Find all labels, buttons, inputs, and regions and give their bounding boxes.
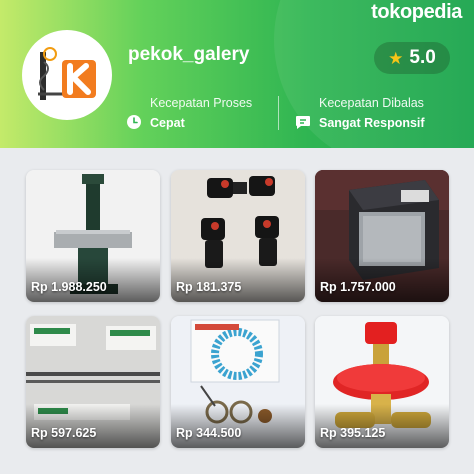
clock-icon [127, 115, 141, 129]
stat-value: Sangat Responsif [319, 116, 425, 130]
product-price: Rp 181.375 [176, 280, 242, 294]
stat-divider [278, 96, 279, 130]
stat-value: Cepat [150, 116, 185, 130]
product-price: Rp 1.757.000 [320, 280, 396, 294]
shop-logo-icon [24, 32, 110, 118]
star-icon: ★ [388, 48, 404, 68]
shop-header: tokopedia pekok_galery ★ 5.0 Kecepatan P… [0, 0, 474, 148]
product-card[interactable]: Rp 597.625 [26, 316, 160, 448]
chat-bubble-icon [296, 116, 310, 129]
stat-process-speed: Kecepatan Proses Cepat [127, 96, 253, 130]
rating-badge: ★ 5.0 [374, 42, 450, 74]
shop-name[interactable]: pekok_galery [128, 44, 249, 66]
product-price: Rp 597.625 [31, 426, 97, 440]
product-card[interactable]: Rp 344.500 [171, 316, 305, 448]
stat-label: Kecepatan Dibalas [319, 96, 424, 110]
rating-value: 5.0 [409, 47, 436, 68]
product-card[interactable]: Rp 1.988.250 [26, 170, 160, 302]
product-price: Rp 344.500 [176, 426, 242, 440]
product-price: Rp 1.988.250 [31, 280, 107, 294]
product-card[interactable]: Rp 395.125 [315, 316, 449, 448]
shop-avatar[interactable] [22, 30, 112, 120]
product-grid: Rp 1.988.250 Rp 181.375 Rp 1.757.000 Rp … [0, 148, 474, 474]
product-card[interactable]: Rp 181.375 [171, 170, 305, 302]
stat-label: Kecepatan Proses [150, 96, 253, 110]
stat-reply-speed: Kecepatan Dibalas Sangat Responsif [296, 96, 425, 130]
product-card[interactable]: Rp 1.757.000 [315, 170, 449, 302]
product-price: Rp 395.125 [320, 426, 386, 440]
tokopedia-logo: tokopedia [371, 1, 462, 23]
